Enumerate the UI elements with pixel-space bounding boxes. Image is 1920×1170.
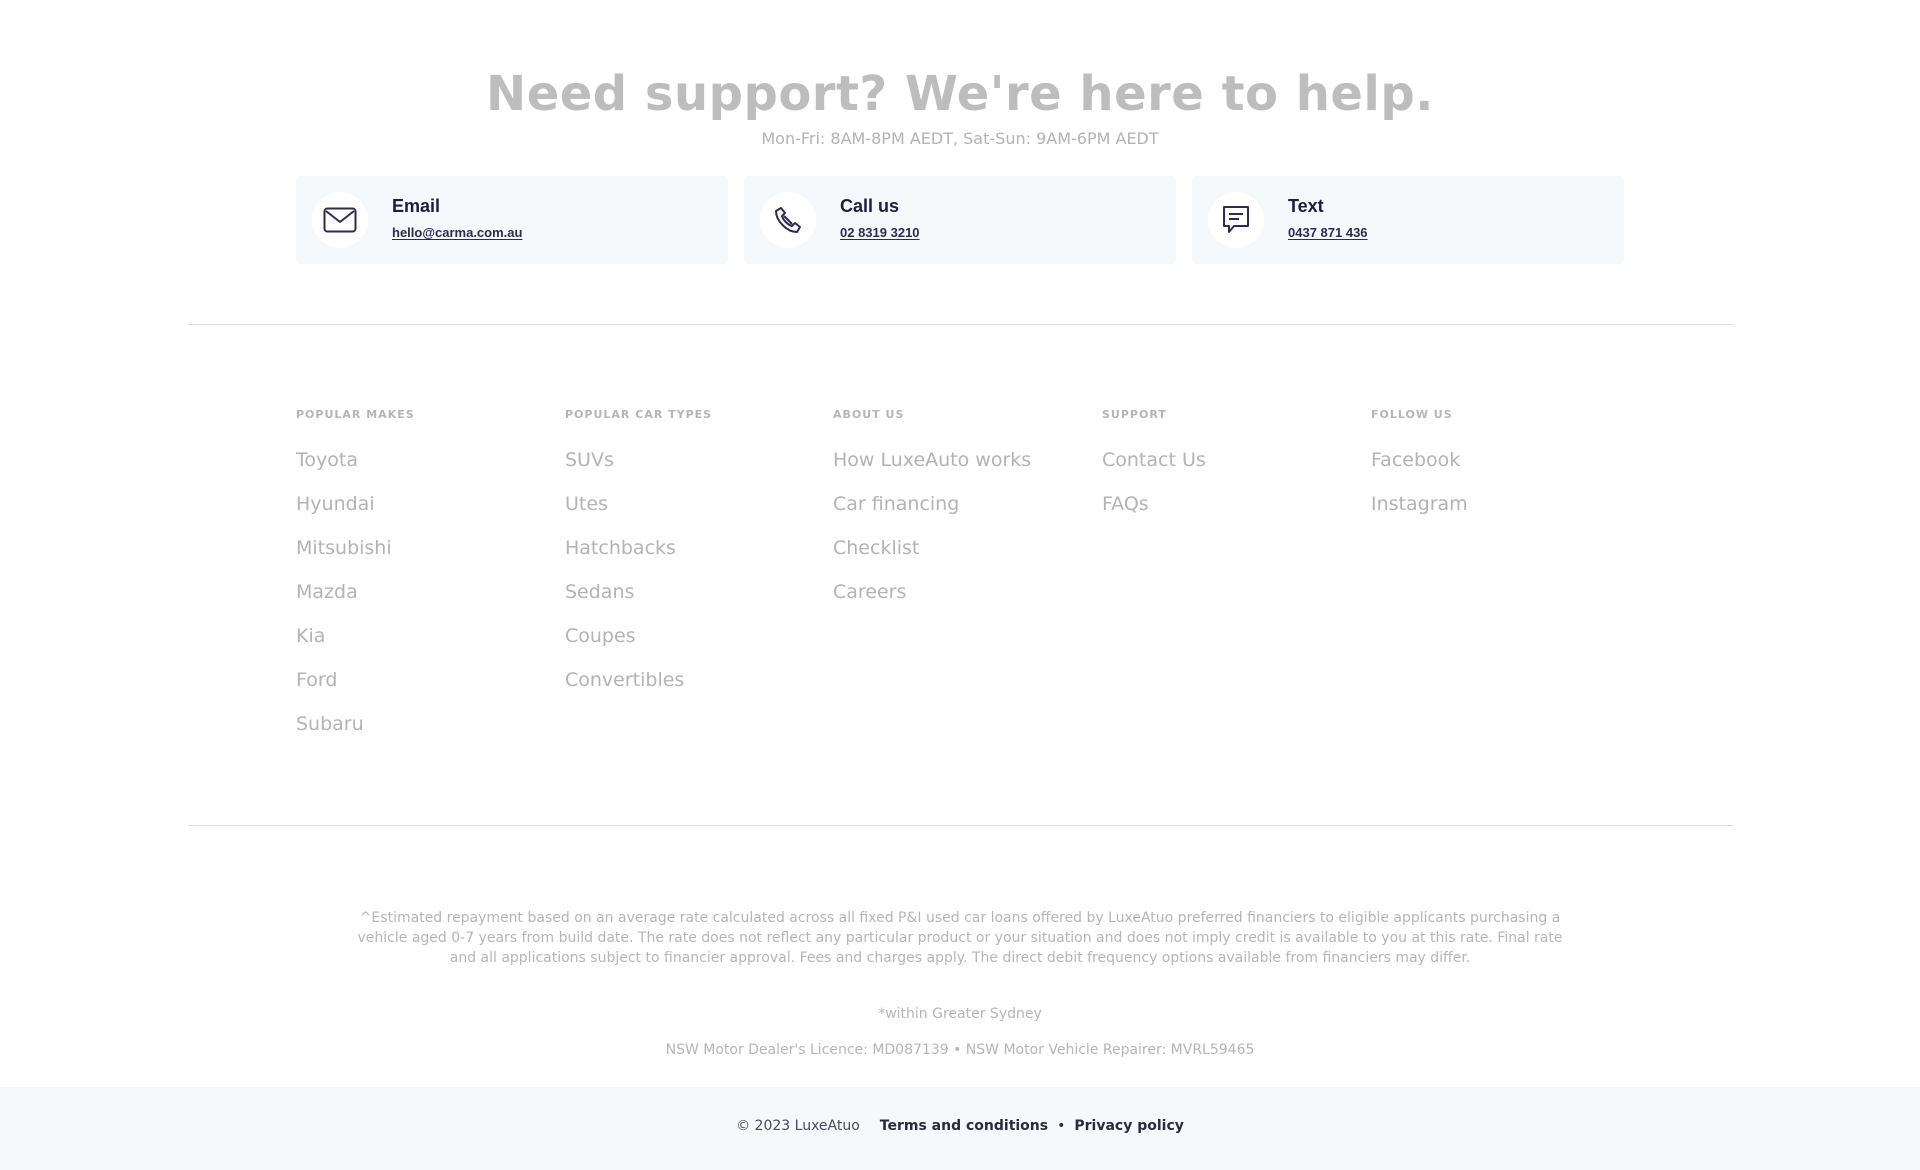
text-card[interactable]: Text 0437 871 436 xyxy=(1192,176,1624,264)
copyright: © 2023 LuxeAtuo xyxy=(736,1118,860,1134)
footer-link[interactable]: Kia xyxy=(296,624,415,668)
email-label: Email xyxy=(392,196,441,216)
email-card[interactable]: Email hello@carma.com.au xyxy=(296,176,728,264)
column-heading: SUPPORT xyxy=(1102,408,1167,421)
repayment-disclaimer: ^Estimated repayment based on an average… xyxy=(357,910,1563,966)
phone-link[interactable]: 02 8319 3210 xyxy=(840,225,920,240)
footer-link[interactable]: Subaru xyxy=(296,712,415,756)
footer-link[interactable]: Sedans xyxy=(565,580,712,624)
text-label: Text xyxy=(1288,196,1324,216)
separator: • xyxy=(1057,1118,1066,1134)
email-link[interactable]: hello@carma.com.au xyxy=(392,225,522,240)
footer-link[interactable]: Toyota xyxy=(296,448,415,492)
column-heading: POPULAR CAR TYPES xyxy=(565,408,713,421)
column-heading: ABOUT US xyxy=(833,408,905,421)
chat-icon xyxy=(1208,192,1264,248)
footer-link[interactable]: Ford xyxy=(296,668,415,712)
support-hours: Mon-Fri: 8AM-8PM AEDT, Sat-Sun: 9AM-6PM … xyxy=(761,129,1159,148)
divider xyxy=(188,324,1733,325)
footer-link[interactable]: Hyundai xyxy=(296,492,415,536)
footer-link[interactable]: SUVs xyxy=(565,448,712,492)
call-card[interactable]: Call us 02 8319 3210 xyxy=(744,176,1176,264)
call-label: Call us xyxy=(840,196,900,216)
column-heading: FOLLOW US xyxy=(1371,408,1453,421)
footer-link[interactable]: Checklist xyxy=(833,536,1031,580)
sydney-note: *within Greater Sydney xyxy=(878,1006,1042,1022)
phone-icon xyxy=(760,192,816,248)
footer-link[interactable]: How LuxeAuto works xyxy=(833,448,1031,492)
footer-link[interactable]: FAQs xyxy=(1102,492,1206,536)
support-title: Need support? We're here to help. xyxy=(486,66,1434,122)
footer-column-popular-makes: POPULAR MAKES Toyota Hyundai Mitsubishi … xyxy=(296,408,415,756)
footer-link[interactable]: Convertibles xyxy=(565,668,712,712)
footer-column-follow-us: FOLLOW US Facebook Instagram xyxy=(1371,408,1468,536)
footer-link[interactable]: Contact Us xyxy=(1102,448,1206,492)
footer-link[interactable]: Facebook xyxy=(1371,448,1468,492)
privacy-link[interactable]: Privacy policy xyxy=(1074,1118,1184,1134)
footer-link[interactable]: Careers xyxy=(833,580,1031,624)
column-heading: POPULAR MAKES xyxy=(296,408,415,421)
bottom-bar: © 2023 LuxeAtuo Terms and conditions • P… xyxy=(0,1087,1920,1170)
footer-link[interactable]: Instagram xyxy=(1371,492,1468,536)
terms-link[interactable]: Terms and conditions xyxy=(880,1118,1048,1134)
footer-column-about-us: ABOUT US How LuxeAuto works Car financin… xyxy=(833,408,1031,624)
footer-column-popular-car-types: POPULAR CAR TYPES SUVs Utes Hatchbacks S… xyxy=(565,408,712,712)
text-link[interactable]: 0437 871 436 xyxy=(1288,225,1368,240)
footer-link[interactable]: Utes xyxy=(565,492,712,536)
footer-link[interactable]: Coupes xyxy=(565,624,712,668)
footer-link[interactable]: Car financing xyxy=(833,492,1031,536)
footer-link[interactable]: Hatchbacks xyxy=(565,536,712,580)
divider xyxy=(188,825,1733,826)
licence-info: NSW Motor Dealer's Licence: MD087139 • N… xyxy=(665,1042,1255,1058)
footer-column-support: SUPPORT Contact Us FAQs xyxy=(1102,408,1206,536)
footer-link[interactable]: Mazda xyxy=(296,580,415,624)
mail-icon xyxy=(312,192,368,248)
footer-link[interactable]: Mitsubishi xyxy=(296,536,415,580)
